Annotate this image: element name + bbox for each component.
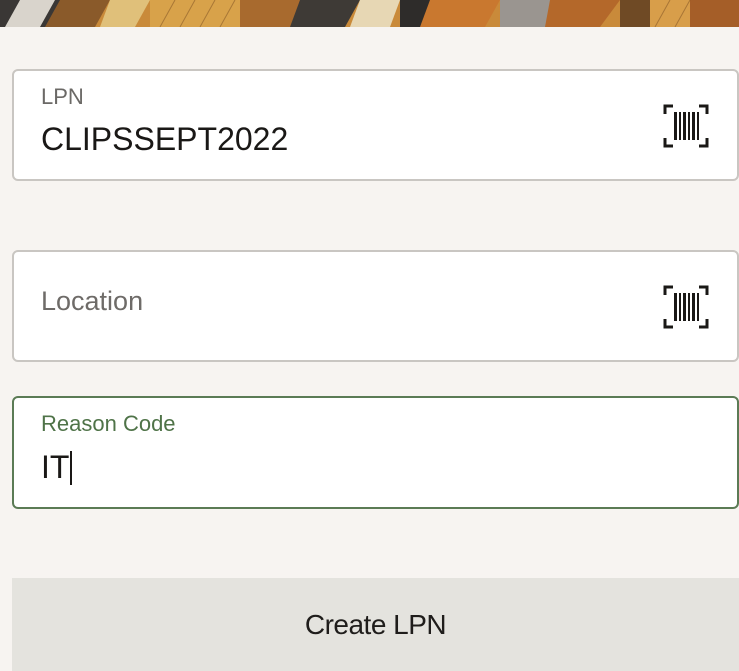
reason-code-field[interactable]: Reason Code IT: [12, 396, 739, 509]
location-input[interactable]: Location: [41, 288, 143, 315]
location-field[interactable]: Location: [12, 250, 739, 362]
create-lpn-button[interactable]: Create LPN: [12, 578, 739, 671]
create-lpn-label: Create LPN: [304, 608, 447, 640]
header-banner: [0, 0, 739, 27]
barcode-scan-icon[interactable]: [663, 104, 709, 148]
reason-code-value: IT: [41, 449, 70, 485]
decorative-pattern-banner: [0, 0, 739, 27]
reason-code-input[interactable]: IT: [41, 449, 73, 485]
text-caret: [70, 451, 73, 485]
reason-code-label: Reason Code: [41, 411, 176, 436]
screen: LPN CLIPSSEPT2022 Location Reason Code I…: [0, 0, 739, 671]
lpn-field[interactable]: LPN CLIPSSEPT2022: [12, 69, 739, 181]
barcode-scan-icon[interactable]: [663, 285, 709, 329]
lpn-label: LPN: [41, 84, 84, 109]
lpn-input[interactable]: CLIPSSEPT2022: [41, 123, 288, 155]
